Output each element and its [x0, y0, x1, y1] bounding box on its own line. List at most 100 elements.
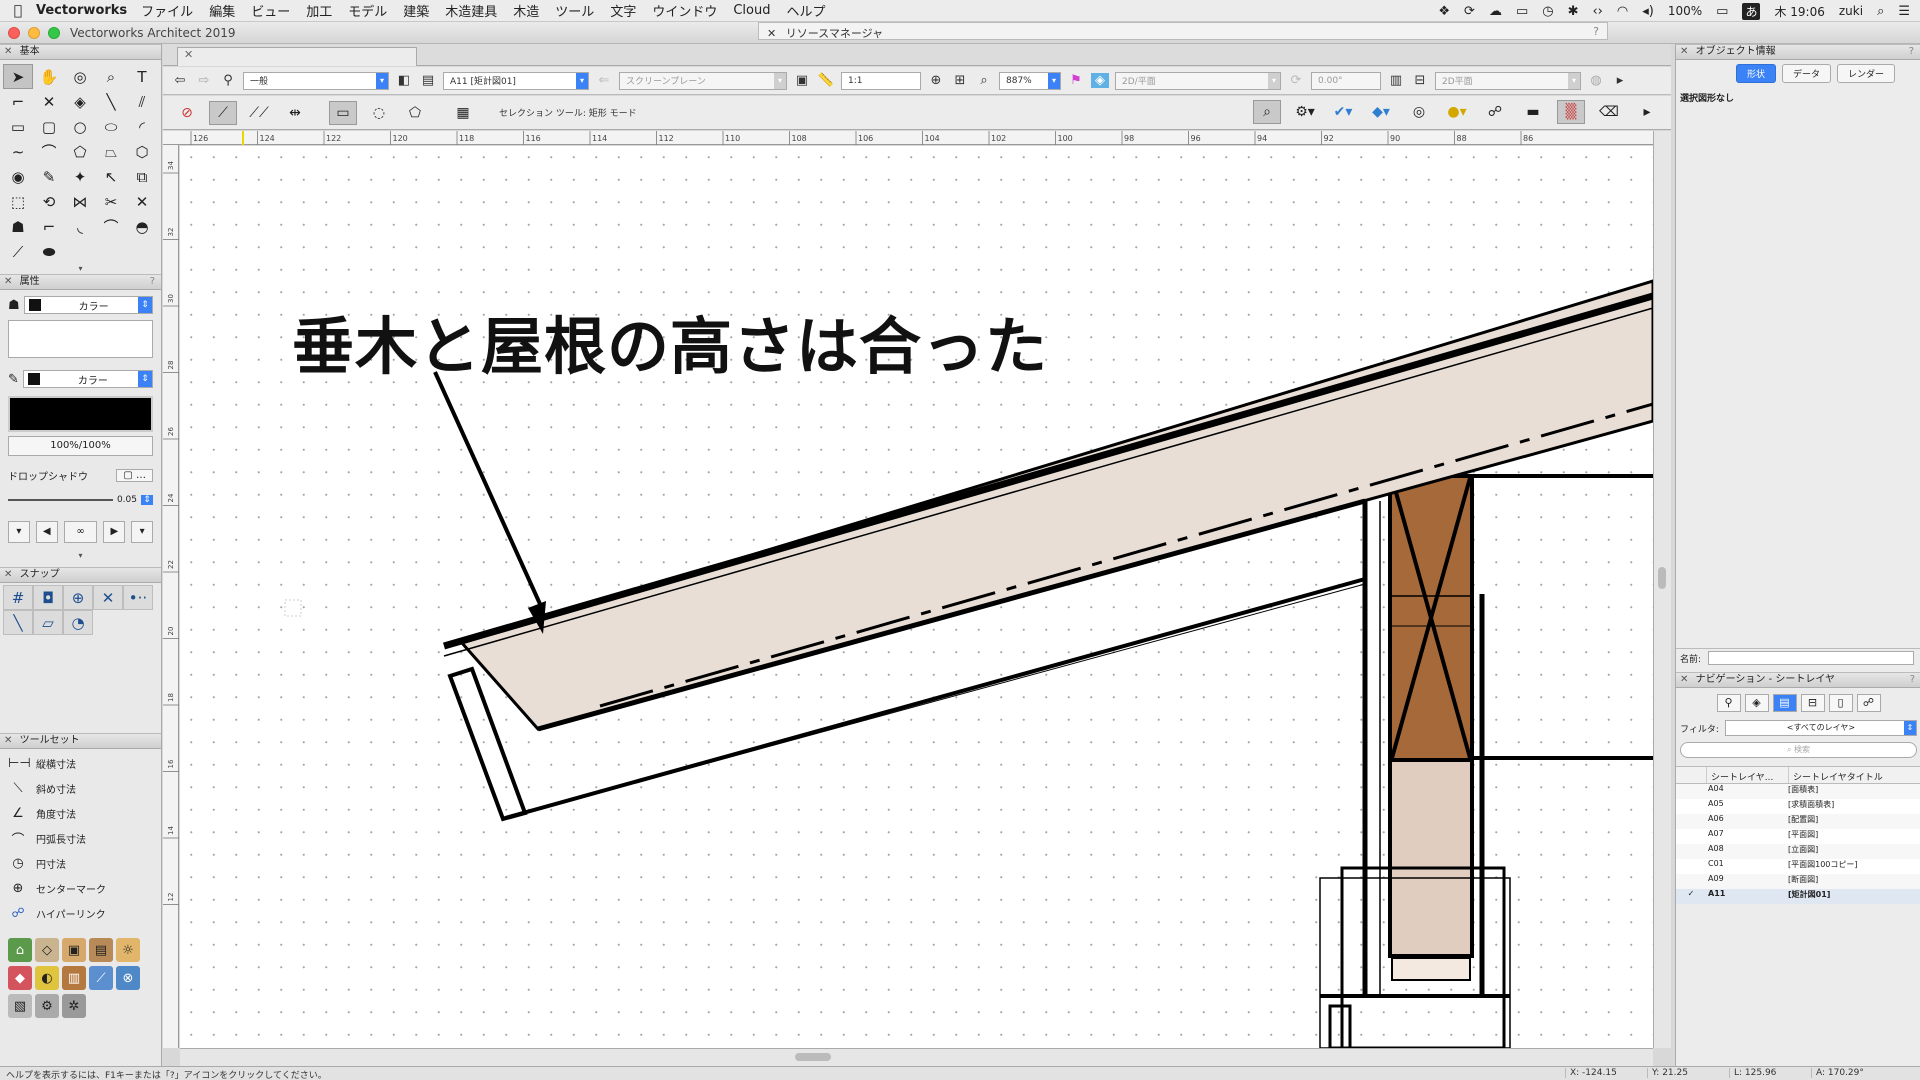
dropbox-icon[interactable]: ❖	[1438, 4, 1450, 19]
col-active[interactable]	[1676, 767, 1706, 783]
freehand-tool-icon[interactable]: ∼	[3, 139, 33, 164]
sheet-layers-icon[interactable]: ▤	[1772, 694, 1797, 712]
polygon-marquee-icon[interactable]: ⬠	[401, 101, 429, 125]
snap-palette-header[interactable]: ✕ スナップ	[0, 567, 161, 583]
toolset-section-icon[interactable]: ▧	[8, 994, 32, 1018]
menu-file[interactable]: ファイル	[141, 1, 193, 20]
unified-view-icon[interactable]: ▥	[1387, 73, 1405, 88]
name-input[interactable]	[1708, 651, 1914, 665]
row-marker[interactable]	[1676, 859, 1706, 874]
symbol-insertion-icon[interactable]: ⬬	[34, 239, 64, 264]
row-marker[interactable]	[1676, 784, 1706, 799]
menu-cloud[interactable]: Cloud	[733, 3, 770, 18]
user-name[interactable]: zuki	[1839, 4, 1863, 18]
class-navigation-icon[interactable]: ⚲	[219, 73, 237, 88]
oval-tool-icon[interactable]: ⬭	[96, 114, 126, 139]
rectangle-marquee-icon[interactable]: ▭	[329, 100, 357, 125]
locus-tool-icon[interactable]: ✕	[34, 89, 64, 114]
object-info-header[interactable]: ✕ オブジェクト情報 ?	[1676, 44, 1920, 60]
vertical-scrollbar[interactable]	[1653, 131, 1671, 1048]
checkmark-icon[interactable]: ✓	[1676, 889, 1706, 904]
drawing-canvas[interactable]: 垂木と屋根の高さは合った	[180, 146, 1653, 1048]
table-row[interactable]: A05 [求積面積表]	[1676, 799, 1920, 814]
table-row[interactable]: A04 [面積表]	[1676, 784, 1920, 799]
layer-select[interactable]: A11 [矩計図01] ▾	[443, 71, 589, 90]
help-icon[interactable]: ?	[150, 275, 155, 289]
fill-pattern-icon[interactable]: ▒	[1557, 100, 1585, 124]
pen-preview[interactable]	[8, 396, 153, 432]
class-select[interactable]: 一般 ▾	[243, 71, 389, 90]
snap-working-plane-icon[interactable]: ⏥	[33, 610, 63, 635]
scrollbar-thumb[interactable]	[1658, 567, 1666, 589]
clock[interactable]: 木 19:06	[1774, 3, 1824, 20]
toolset-3d-modeling-icon[interactable]: ◆	[8, 966, 32, 990]
basic-palette-header[interactable]: ✕ 基本	[0, 44, 161, 60]
disable-interactive-scale-icon[interactable]: ⊘	[173, 101, 201, 125]
split-tool-icon[interactable]: ✂	[96, 189, 126, 214]
close-icon[interactable]: ✕	[1680, 46, 1688, 57]
code-icon[interactable]: ‹›	[1592, 4, 1602, 19]
selection-magnifier-icon[interactable]: ⌕	[1253, 100, 1281, 124]
scrollbar-thumb[interactable]	[795, 1053, 831, 1061]
col-sheet-title[interactable]: シートレイヤタイトル	[1788, 767, 1920, 783]
close-icon[interactable]: ✕	[184, 48, 193, 61]
toolset-building-shell-icon[interactable]: ⌂	[8, 938, 32, 962]
navigation-header[interactable]: ✕ ナビゲーション - シートレイヤ ?	[1676, 672, 1920, 688]
polygon-tool-icon[interactable]: ⬠	[65, 139, 95, 164]
table-row[interactable]: ✓ A11 [矩計図01]	[1676, 889, 1920, 904]
col-sheet-number[interactable]: シートレイヤ...	[1706, 767, 1788, 783]
gear-icon[interactable]: ⚙▾	[1291, 100, 1319, 124]
back-arrow-icon[interactable]: ⇦	[171, 73, 189, 88]
plane-arrow-icon[interactable]: ⇐	[595, 73, 613, 88]
single-object-mode-icon[interactable]: ⟋	[209, 100, 237, 125]
layer-visibility-icon[interactable]: ◧	[395, 73, 413, 88]
viewport-icon[interactable]: ⊟	[1411, 73, 1429, 88]
layer-stack-icon[interactable]: ◎	[1405, 100, 1433, 124]
toolset-landmark-icon[interactable]: ◐	[35, 966, 59, 990]
expand-arrow-icon[interactable]: ▾	[8, 551, 153, 561]
align-mode-icon[interactable]: ⇹	[281, 101, 309, 125]
drop-shadow-toggle[interactable]: ▢ …	[116, 469, 153, 482]
tab-shape[interactable]: 形状	[1736, 64, 1777, 83]
row-marker[interactable]	[1676, 874, 1706, 889]
table-row[interactable]: A09 [断面図]	[1676, 874, 1920, 889]
rectangle-tool-icon[interactable]: ▭	[3, 114, 33, 139]
menu-help[interactable]: ヘルプ	[786, 1, 825, 20]
tab-data[interactable]: データ	[1782, 64, 1832, 83]
connect-tool-icon[interactable]: ⌐	[34, 214, 64, 239]
line-tool-icon[interactable]: ╲	[96, 89, 126, 114]
attribute-mapping-icon[interactable]: ◈	[65, 89, 95, 114]
tool-constrained-dimension[interactable]: ⊢⊣ 縦横寸法	[0, 751, 161, 776]
link-icon[interactable]: ∞	[63, 521, 98, 543]
updown-icon[interactable]: ⇕	[141, 495, 153, 505]
circle-tool-icon[interactable]: ○	[65, 114, 95, 139]
forward-arrow-icon[interactable]: ⇨	[195, 73, 213, 88]
battery-percent[interactable]: 100%	[1668, 4, 1702, 18]
eyedropper-tool-icon[interactable]: ✎	[34, 164, 64, 189]
arc-tool-icon[interactable]: ◜	[127, 114, 157, 139]
close-icon[interactable]: ✕	[4, 735, 12, 746]
pan-tool-icon[interactable]: ✋	[34, 64, 64, 89]
selection-settings-icon[interactable]: ▦	[449, 101, 477, 125]
double-line-tool-icon[interactable]: ⫽	[127, 89, 157, 114]
plane-select[interactable]: スクリーンプレーン ▾	[619, 71, 787, 90]
view-cube-icon[interactable]: ◈	[1091, 73, 1109, 88]
menu-wood[interactable]: 木造	[513, 1, 539, 20]
tool-radial-dimension[interactable]: ◷ 円寸法	[0, 851, 161, 876]
row-marker[interactable]	[1676, 814, 1706, 829]
document-tab[interactable]: ✕	[177, 47, 417, 66]
attributes-palette-header[interactable]: ✕ 属性 ?	[0, 274, 161, 290]
flag-icon[interactable]: ⚑	[1067, 73, 1085, 88]
flyover-tool-icon[interactable]: ◎	[65, 64, 95, 89]
zoom-icon[interactable]: ⌕	[975, 73, 993, 88]
dropdown-icon[interactable]: ▾	[131, 521, 154, 543]
wifi-icon[interactable]: ◠	[1617, 4, 1628, 19]
help-icon[interactable]: ?	[1593, 25, 1599, 38]
menu-view[interactable]: ビュー	[251, 1, 290, 20]
render-mode-icon[interactable]: ◍	[1587, 73, 1605, 88]
toolset-palette-header[interactable]: ✕ ツールセット	[0, 733, 161, 749]
double-polygon-icon[interactable]: ⏢	[96, 139, 126, 164]
table-row[interactable]: A06 [配置図]	[1676, 814, 1920, 829]
class-visibility-icon[interactable]: ✔▾	[1329, 100, 1357, 124]
app-menu[interactable]: Vectorworks	[36, 3, 127, 18]
